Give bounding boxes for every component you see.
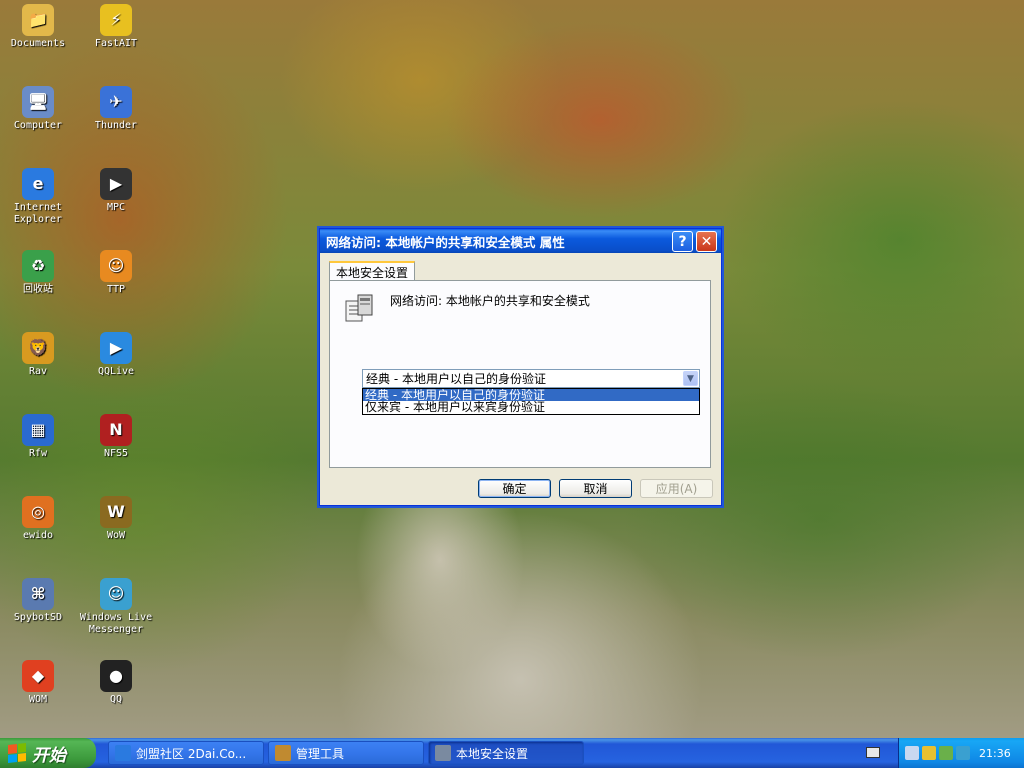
keyboard-icon[interactable] bbox=[866, 747, 880, 758]
app-icon: ◆ bbox=[22, 660, 54, 692]
desktop-icon[interactable]: ◆ WOM bbox=[0, 660, 76, 706]
desktop-icon-label: 回收站 bbox=[23, 284, 53, 295]
policy-icon bbox=[345, 294, 373, 322]
desktop-icon-label-line2: Messenger bbox=[88, 624, 144, 635]
desktop-icon-label: QQ bbox=[109, 694, 123, 705]
lock-icon[interactable] bbox=[922, 746, 936, 760]
app-icon: ✈ bbox=[100, 86, 132, 118]
taskbar: 开始 剑盟社区 2Dai.Co... 管理工具 本地安全设置 21:36 bbox=[0, 738, 1024, 768]
chevron-down-icon[interactable]: ▼ bbox=[683, 371, 698, 386]
app-icon: N bbox=[100, 414, 132, 446]
desktop-icon-label: Internet bbox=[13, 202, 63, 213]
desktop-icon[interactable]: ☺ TTP bbox=[78, 250, 154, 296]
tab-label: 本地安全设置 bbox=[336, 265, 409, 280]
taskbar-item[interactable]: 管理工具 bbox=[268, 741, 424, 765]
cancel-button[interactable]: 取消 bbox=[559, 479, 632, 498]
desktop-icon-label: ewido bbox=[22, 530, 54, 541]
windows-logo-icon bbox=[8, 743, 26, 763]
properties-dialog: 网络访问: 本地帐户的共享和安全模式 属性 ? ✕ 本地安全设置 网络访问: 本… bbox=[319, 228, 722, 506]
desktop-icon[interactable]: 🖥 Computer bbox=[0, 86, 76, 132]
desktop-icon[interactable]: ⚡ FastAIT bbox=[78, 4, 154, 50]
app-icon: ▶ bbox=[100, 168, 132, 200]
desktop-icon[interactable]: ▦ Rfw bbox=[0, 414, 76, 460]
desktop-icon[interactable]: ● QQ bbox=[78, 660, 154, 706]
desktop-icon[interactable]: ♻ 回收站 bbox=[0, 250, 76, 296]
clock: 21:36 bbox=[979, 746, 1011, 760]
apply-button: 应用(A) bbox=[640, 479, 713, 498]
tab-panel: 网络访问: 本地帐户的共享和安全模式 经典 - 本地用户以自己的身份验证 ▼ 经… bbox=[329, 280, 711, 468]
dropdown-option[interactable]: 经典 - 本地用户以自己的身份验证 bbox=[363, 389, 699, 401]
app-icon: ◎ bbox=[22, 496, 54, 528]
close-icon: ✕ bbox=[700, 233, 713, 250]
desktop-icon[interactable]: e Internet Explorer bbox=[0, 168, 76, 226]
desktop-icon-label: WoW bbox=[106, 530, 126, 541]
policy-name: 网络访问: 本地帐户的共享和安全模式 bbox=[390, 294, 590, 308]
app-icon: ♻ bbox=[22, 250, 54, 282]
dialog-title: 网络访问: 本地帐户的共享和安全模式 属性 bbox=[326, 234, 565, 250]
desktop-icon-label: Windows Live bbox=[79, 612, 153, 623]
network-icon[interactable] bbox=[939, 746, 953, 760]
admin-tools-icon bbox=[275, 745, 291, 761]
desktop-icon-label: MPC bbox=[106, 202, 126, 213]
desktop-icon[interactable]: W WoW bbox=[78, 496, 154, 542]
help-icon: ? bbox=[678, 233, 687, 250]
app-icon: ⌘ bbox=[22, 578, 54, 610]
desktop-icon[interactable]: 📁 Documents bbox=[0, 4, 76, 50]
security-settings-icon bbox=[435, 745, 451, 761]
desktop-icon[interactable]: ☺ Windows Live Messenger bbox=[78, 578, 154, 636]
app-icon: 🦁 bbox=[22, 332, 54, 364]
taskbar-item-active[interactable]: 本地安全设置 bbox=[428, 741, 584, 765]
app-icon: ● bbox=[100, 660, 132, 692]
app-icon: 🖥 bbox=[22, 86, 54, 118]
start-label: 开始 bbox=[32, 745, 66, 766]
desktop-icon[interactable]: ▶ MPC bbox=[78, 168, 154, 214]
desktop-icon-label: FastAIT bbox=[94, 38, 138, 49]
app-icon: W bbox=[100, 496, 132, 528]
umbrella-icon[interactable] bbox=[956, 746, 970, 760]
desktop-icon-label-line2: Explorer bbox=[13, 214, 63, 225]
desktop-icon-label: Thunder bbox=[94, 120, 138, 131]
taskbar-item[interactable]: 剑盟社区 2Dai.Co... bbox=[108, 741, 264, 765]
dialog-titlebar[interactable]: 网络访问: 本地帐户的共享和安全模式 属性 ? ✕ bbox=[320, 229, 721, 253]
desktop-icon-label: Computer bbox=[13, 120, 63, 131]
dropdown-option[interactable]: 仅来宾 - 本地用户以来宾身份验证 bbox=[363, 401, 699, 413]
close-button[interactable]: ✕ bbox=[696, 231, 717, 252]
app-icon: ☺ bbox=[100, 250, 132, 282]
desktop-icon-label: WOM bbox=[28, 694, 48, 705]
sharing-model-select[interactable]: 经典 - 本地用户以自己的身份验证 ▼ bbox=[362, 369, 700, 388]
desktop-icon-label: QQLive bbox=[97, 366, 135, 377]
app-icon: ▦ bbox=[22, 414, 54, 446]
desktop-icon[interactable]: N NFS5 bbox=[78, 414, 154, 460]
desktop-icon-label: Documents bbox=[10, 38, 66, 49]
desktop-icon[interactable]: 🦁 Rav bbox=[0, 332, 76, 378]
select-value: 经典 - 本地用户以自己的身份验证 bbox=[366, 372, 546, 386]
start-button[interactable]: 开始 bbox=[0, 738, 96, 768]
app-icon: e bbox=[22, 168, 54, 200]
help-button[interactable]: ? bbox=[672, 231, 693, 252]
desktop-icon-label: TTP bbox=[106, 284, 126, 295]
desktop-icon[interactable]: ✈ Thunder bbox=[78, 86, 154, 132]
app-icon: ▶ bbox=[100, 332, 132, 364]
desktop-icon-label: NFS5 bbox=[103, 448, 129, 459]
ie-icon bbox=[115, 745, 131, 761]
app-icon: ⚡ bbox=[100, 4, 132, 36]
desktop-icon[interactable]: ▶ QQLive bbox=[78, 332, 154, 378]
tab-local-security-setting[interactable]: 本地安全设置 bbox=[329, 261, 416, 281]
desktop-icon[interactable]: ◎ ewido bbox=[0, 496, 76, 542]
desktop-icon-label: Rfw bbox=[28, 448, 48, 459]
desktop-icon-label: SpybotSD bbox=[13, 612, 63, 623]
app-icon: 📁 bbox=[22, 4, 54, 36]
system-tray: 21:36 bbox=[898, 738, 1024, 768]
app-icon: ☺ bbox=[100, 578, 132, 610]
desktop-icon[interactable]: ⌘ SpybotSD bbox=[0, 578, 76, 624]
desktop-icon-label: Rav bbox=[28, 366, 48, 377]
user-icon[interactable] bbox=[905, 746, 919, 760]
ok-button[interactable]: 确定 bbox=[478, 479, 551, 498]
select-dropdown-list: 经典 - 本地用户以自己的身份验证 仅来宾 - 本地用户以来宾身份验证 bbox=[362, 388, 700, 415]
